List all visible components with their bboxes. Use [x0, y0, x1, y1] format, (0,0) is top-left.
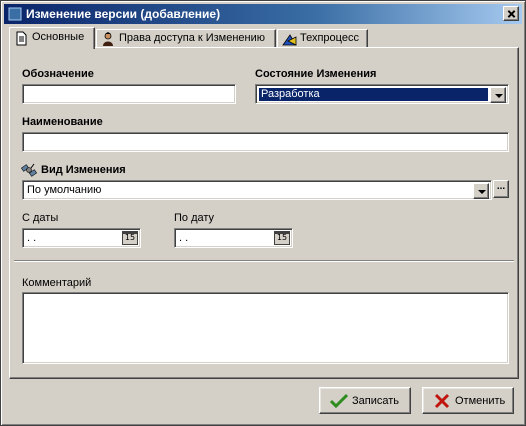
window-title: Изменение версии (добавление): [26, 7, 221, 21]
cancel-button[interactable]: Отменить: [422, 387, 514, 414]
state-dropdown-button[interactable]: [490, 87, 506, 103]
change-type-dropdown-button[interactable]: [473, 183, 489, 199]
change-type-select[interactable]: По умолчанию: [22, 180, 492, 200]
name-field[interactable]: [22, 132, 509, 152]
tab-main[interactable]: Основные: [9, 27, 95, 49]
section-divider: [14, 260, 514, 262]
comment-label: Комментарий: [22, 277, 92, 289]
tab-main-label: Основные: [32, 31, 85, 43]
save-button[interactable]: Записать: [319, 387, 411, 414]
date-from-label: С даты: [22, 212, 59, 224]
state-select[interactable]: Разработка: [255, 84, 509, 104]
calendar-icon[interactable]: 15: [122, 231, 138, 245]
document-icon: [16, 31, 27, 46]
cancel-button-label: Отменить: [455, 395, 506, 407]
date-to-label: По дату: [174, 212, 215, 224]
comment-textarea[interactable]: [22, 292, 509, 364]
tab-techprocess[interactable]: Техпроцесс: [277, 29, 368, 48]
change-type-value: По умолчанию: [27, 184, 102, 196]
close-button[interactable]: [503, 6, 519, 21]
window-app-icon: [8, 7, 22, 21]
change-type-label: Вид Изменения: [41, 164, 126, 176]
designation-field[interactable]: [22, 84, 236, 104]
tab-access-rights[interactable]: Права доступа к Изменению: [96, 29, 276, 48]
title-bar[interactable]: Изменение версии (добавление): [4, 4, 522, 24]
designation-label: Обозначение: [22, 68, 94, 80]
dialog-window: Изменение версии (добавление) Основные П…: [0, 0, 526, 426]
state-label: Состояние Изменения: [255, 68, 377, 80]
calendar-icon[interactable]: 15: [274, 231, 290, 245]
satellite-icon: [21, 163, 38, 177]
checkmark-icon: [330, 393, 348, 409]
process-icon: [282, 34, 297, 46]
date-to-picker[interactable]: . . 15: [174, 228, 293, 248]
name-label: Наименование: [22, 116, 103, 128]
date-from-picker[interactable]: . . 15: [22, 228, 141, 248]
tab-techprocess-label: Техпроцесс: [300, 32, 359, 44]
user-icon: [103, 32, 113, 46]
cancel-x-icon: [434, 393, 450, 409]
change-type-browse-button[interactable]: ...: [493, 180, 509, 198]
save-button-label: Записать: [352, 395, 400, 407]
tab-panel-main: Обозначение Состояние Изменения Разработ…: [9, 47, 519, 379]
state-selected-value: Разработка: [259, 88, 488, 101]
tab-access-rights-label: Права доступа к Изменению: [119, 32, 266, 44]
